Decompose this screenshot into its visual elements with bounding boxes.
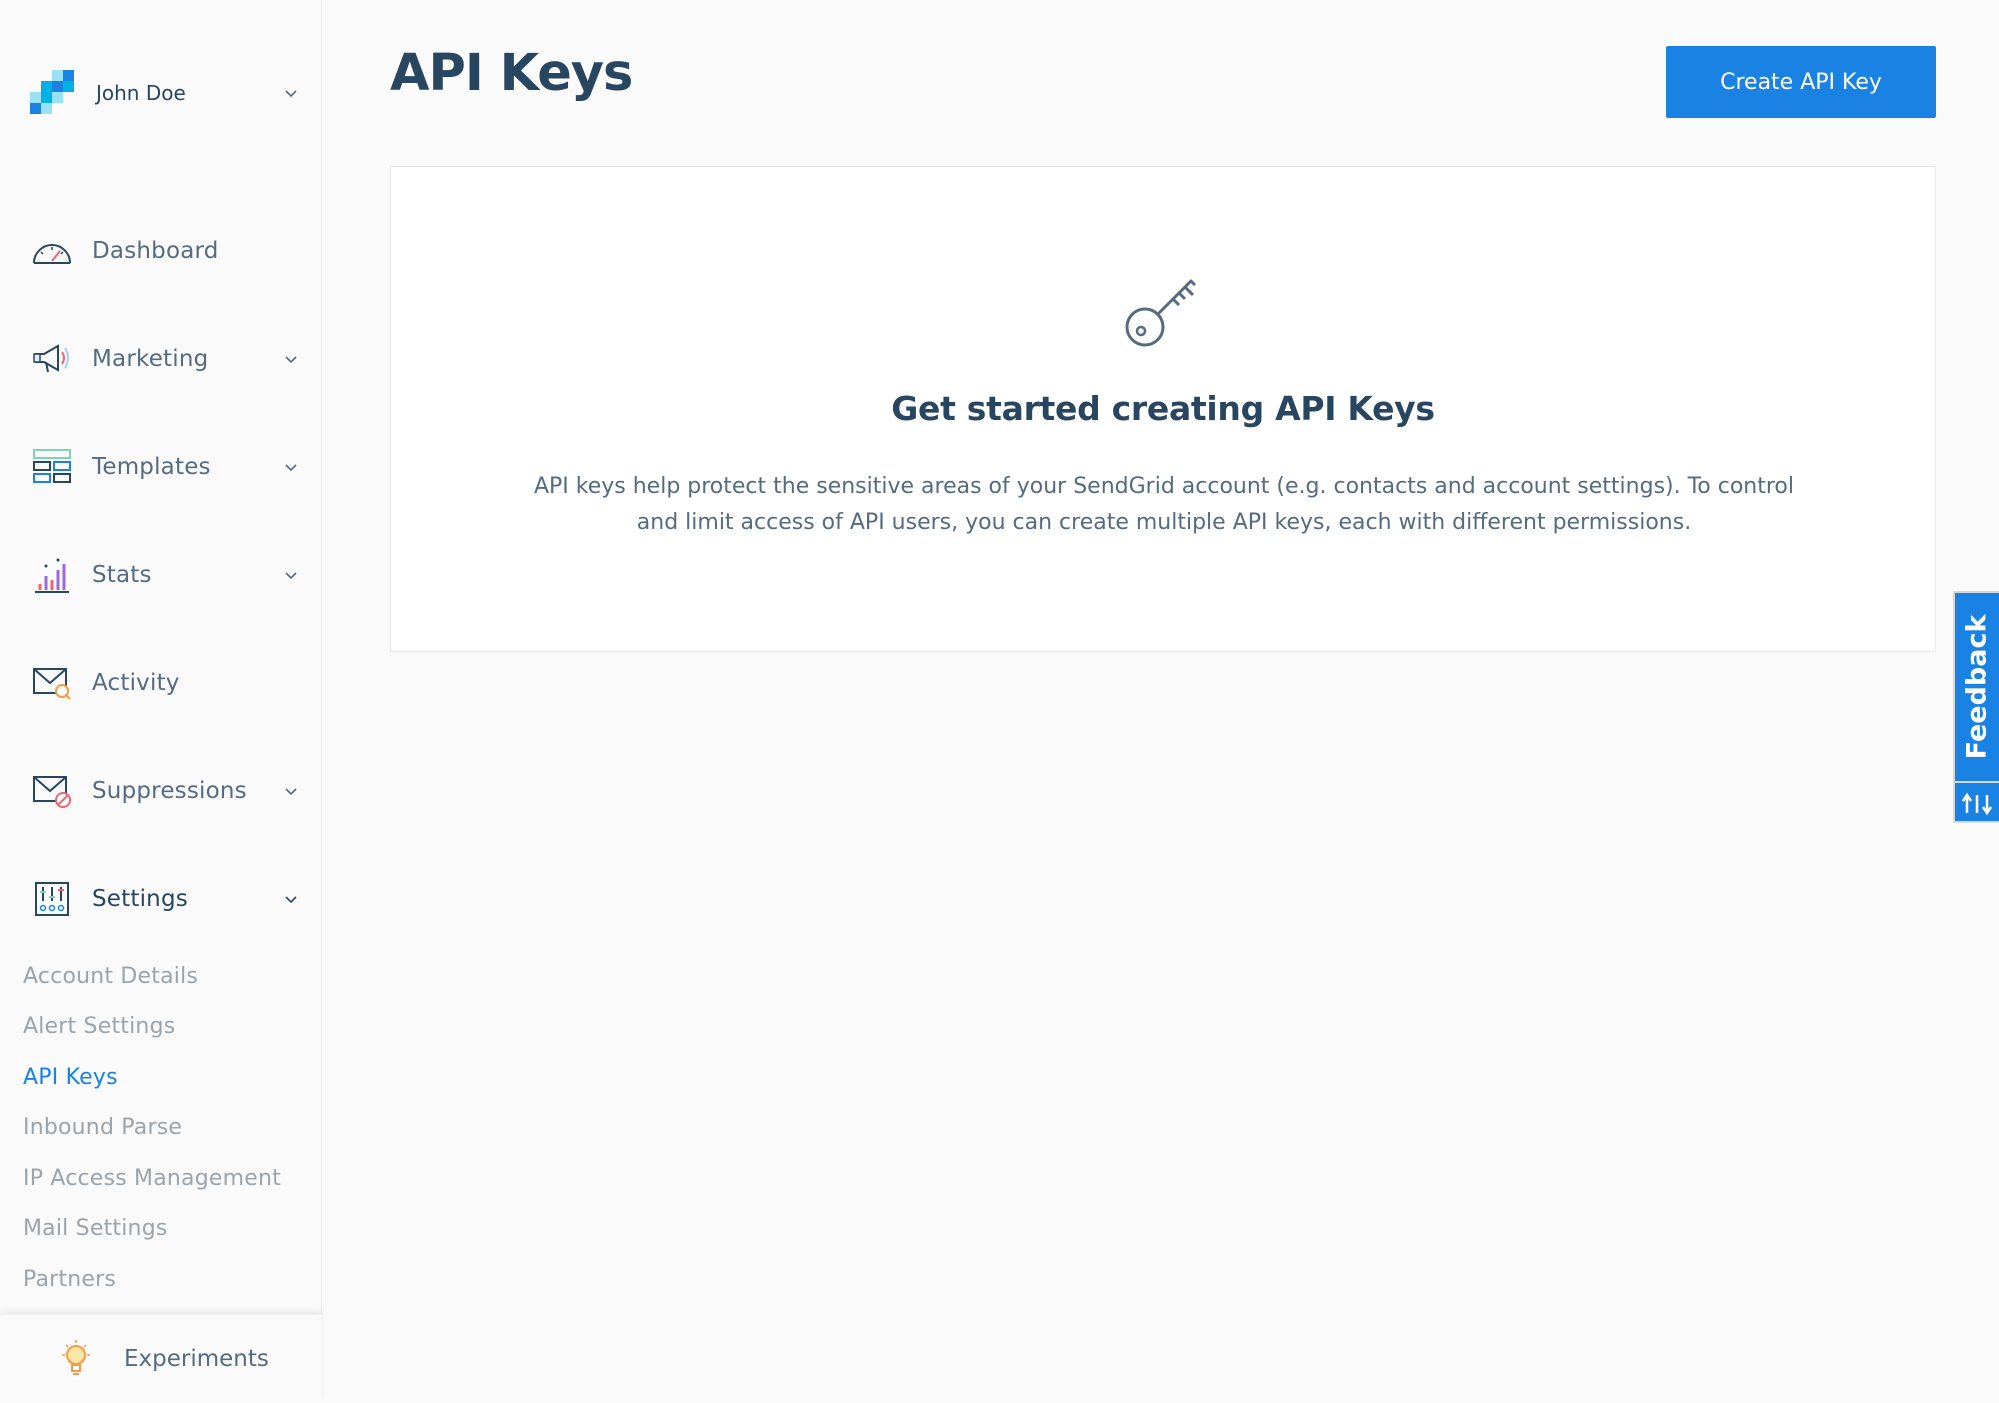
nav-item-marketing[interactable]: Marketing: [30, 334, 302, 384]
settings-sliders-icon: [30, 877, 74, 921]
account-switcher[interactable]: John Doe: [30, 70, 302, 116]
dashboard-gauge-icon: [30, 229, 74, 273]
subnav-item-mail-settings[interactable]: Mail Settings: [23, 1216, 168, 1241]
sendgrid-logo-icon: [30, 70, 76, 116]
subnav-item-account-details[interactable]: Account Details: [23, 964, 198, 989]
updown-arrows-icon: [1961, 792, 1993, 816]
chevron-down-icon: [285, 90, 297, 98]
subnav-item-inbound-parse[interactable]: Inbound Parse: [23, 1115, 182, 1140]
chevron-down-icon: [285, 896, 297, 904]
chevron-down-icon: [285, 464, 297, 472]
nav-label-activity: Activity: [92, 670, 180, 696]
subnav-item-alert-settings[interactable]: Alert Settings: [23, 1014, 175, 1039]
nav-label-stats: Stats: [92, 562, 152, 588]
chevron-down-icon: [285, 356, 297, 364]
subnav-item-partners[interactable]: Partners: [23, 1267, 116, 1292]
nav-label-suppressions: Suppressions: [92, 778, 247, 804]
nav-item-suppressions[interactable]: Suppressions: [30, 766, 302, 816]
suppressions-mail-block-icon: [30, 769, 74, 813]
nav-item-stats[interactable]: Stats: [30, 550, 302, 600]
account-name: John Doe: [96, 81, 186, 105]
lightbulb-icon: [62, 1340, 90, 1375]
feedback-divider: [1955, 781, 1999, 783]
page-title: API Keys: [390, 44, 633, 103]
feedback-label: Feedback: [1961, 614, 1993, 760]
empty-state-description: API keys help protect the sensitive area…: [533, 474, 1795, 535]
feedback-tab[interactable]: Feedback: [1953, 591, 1999, 823]
nav-item-settings[interactable]: Settings: [30, 874, 302, 924]
nav-label-settings: Settings: [92, 886, 188, 912]
create-api-key-button[interactable]: Create API Key: [1666, 46, 1936, 118]
nav-item-templates[interactable]: Templates: [30, 442, 302, 492]
stats-bar-icon: [30, 553, 74, 597]
chevron-down-icon: [285, 788, 297, 796]
subnav-item-api-keys[interactable]: API Keys: [23, 1065, 118, 1090]
experiments-link[interactable]: Experiments: [0, 1314, 322, 1403]
subnav-item-ip-access-management[interactable]: IP Access Management: [23, 1166, 281, 1191]
megaphone-icon: [30, 337, 74, 381]
chevron-down-icon: [285, 572, 297, 580]
sidebar: John Doe Dashboard Marketing Templates S…: [0, 0, 322, 1403]
nav-label-marketing: Marketing: [92, 346, 209, 372]
nav-label-templates: Templates: [92, 454, 211, 480]
empty-state-card: Get started creating API Keys API keys h…: [390, 166, 1936, 652]
experiments-label: Experiments: [124, 1346, 269, 1372]
templates-icon: [30, 445, 74, 489]
nav-item-dashboard[interactable]: Dashboard: [30, 226, 302, 276]
nav-label-dashboard: Dashboard: [92, 238, 219, 264]
activity-mail-search-icon: [30, 661, 74, 705]
nav-item-activity[interactable]: Activity: [30, 658, 302, 708]
empty-state-title: Get started creating API Keys: [891, 389, 1435, 428]
key-icon: [1125, 279, 1197, 347]
